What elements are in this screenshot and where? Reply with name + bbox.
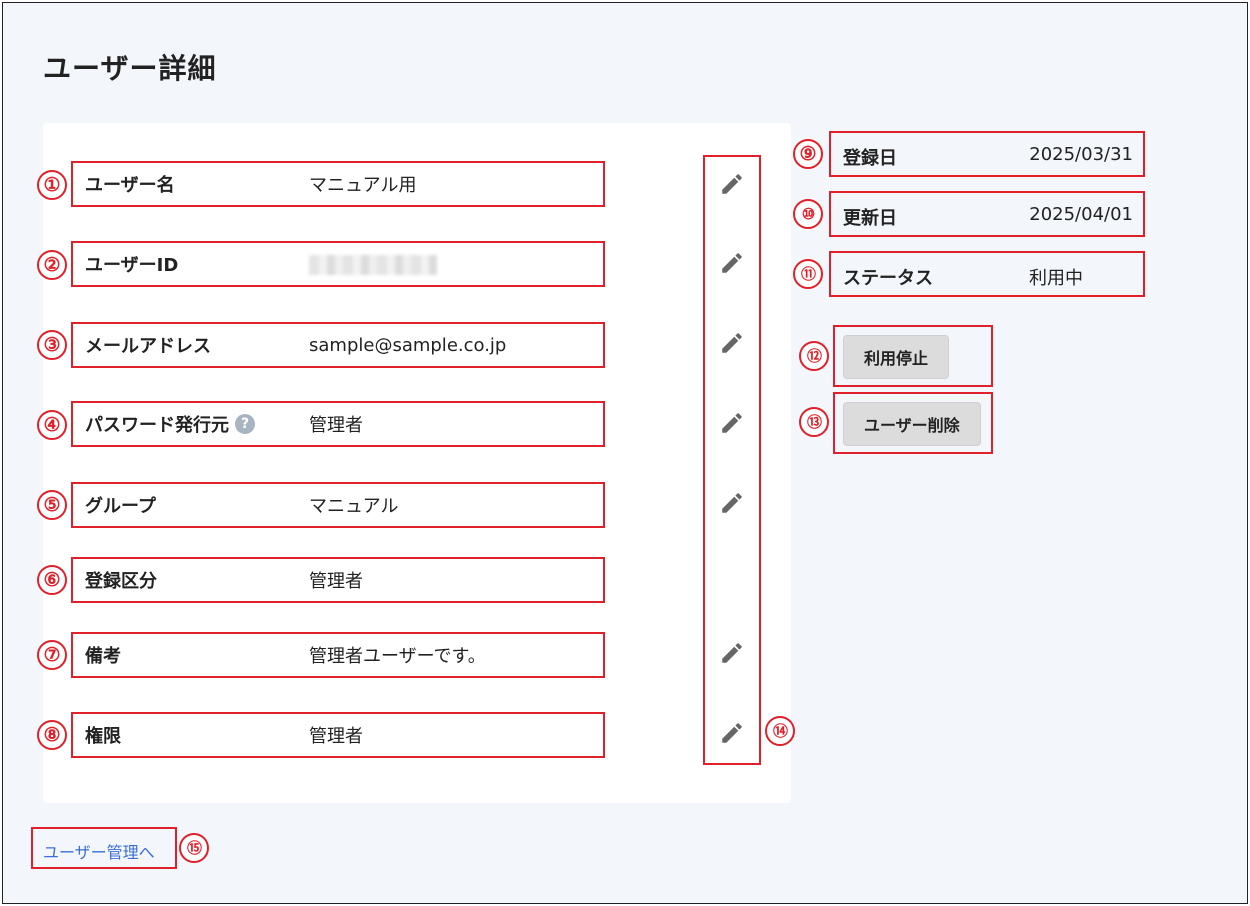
edit-permission-button[interactable]: [719, 720, 745, 746]
annotation-marker-1: ①: [37, 170, 67, 200]
annotation-marker-7: ⑦: [37, 640, 67, 670]
annotation-marker-12: ⑫: [799, 341, 829, 371]
field-value: sample@sample.co.jp: [309, 334, 507, 356]
field-label: メールアドレス: [85, 336, 211, 357]
page: ユーザー詳細 ① ユーザー名 マニュアル用 ② ユーザーID ③ メールアドレス…: [2, 2, 1248, 904]
field-label: 登録区分: [85, 571, 157, 592]
redacted-user-id: [309, 255, 437, 275]
back-to-user-management-link[interactable]: ユーザー管理へ: [43, 839, 155, 863]
page-title: ユーザー詳細: [43, 52, 217, 85]
pencil-icon: [722, 493, 742, 513]
field-row-group: グループ マニュアル: [71, 482, 605, 528]
annotation-marker-8: ⑧: [37, 720, 67, 750]
field-row-username: ユーザー名 マニュアル用: [71, 161, 605, 207]
field-label: パスワード発行元: [85, 415, 229, 436]
annotation-marker-15: ⑮: [179, 833, 209, 863]
edit-password-issuer-button[interactable]: [719, 410, 745, 436]
field-label: ユーザー名: [85, 175, 175, 196]
question-circle-icon[interactable]: ?: [235, 414, 255, 434]
annotation-marker-14: ⑭: [765, 716, 795, 746]
field-label-wrap: パスワード発行元 ?: [85, 411, 255, 437]
updated-date-box: 更新日 2025/04/01: [829, 191, 1145, 237]
annotation-marker-2: ②: [37, 250, 67, 280]
status-label: ステータス: [843, 268, 933, 289]
edit-username-button[interactable]: [719, 171, 745, 197]
registered-date-value: 2025/03/31: [1029, 144, 1133, 165]
pencil-icon: [722, 333, 742, 353]
edit-email-button[interactable]: [719, 330, 745, 356]
field-value: 管理者: [309, 415, 363, 436]
registered-date-box: 登録日 2025/03/31: [829, 131, 1145, 177]
pencil-icon: [722, 723, 742, 743]
edit-group-button[interactable]: [719, 490, 745, 516]
registered-date-label: 登録日: [843, 148, 897, 169]
delete-button-box: ユーザー削除: [833, 392, 993, 454]
field-label: ユーザーID: [85, 255, 179, 276]
pencil-icon: [722, 413, 742, 433]
pencil-icon: [722, 253, 742, 273]
field-value: 管理者ユーザーです。: [309, 646, 486, 667]
annotation-marker-9: ⑨: [793, 139, 823, 169]
field-row-notes: 備考 管理者ユーザーです。: [71, 632, 605, 678]
suspend-button-box: 利用停止: [833, 325, 993, 387]
edit-buttons-column: [703, 155, 761, 765]
field-value: マニュアル: [309, 496, 399, 517]
field-value: マニュアル用: [309, 175, 417, 196]
annotation-marker-11: ⑪: [793, 259, 823, 289]
field-row-password-issuer: パスワード発行元 ? 管理者: [71, 401, 605, 447]
field-row-user-id: ユーザーID: [71, 241, 605, 287]
updated-date-label: 更新日: [843, 208, 897, 229]
field-label: 権限: [85, 726, 121, 747]
field-row-permission: 権限 管理者: [71, 712, 605, 758]
annotation-marker-6: ⑥: [37, 565, 67, 595]
field-row-email: メールアドレス sample@sample.co.jp: [71, 322, 605, 368]
pencil-icon: [722, 174, 742, 194]
edit-notes-button[interactable]: [719, 640, 745, 666]
field-row-registration-type: 登録区分 管理者: [71, 557, 605, 603]
field-label: 備考: [85, 646, 121, 667]
annotation-marker-13: ⑬: [799, 407, 829, 437]
field-value: 管理者: [309, 726, 363, 747]
back-link-box: ユーザー管理へ: [31, 827, 177, 869]
pencil-icon: [722, 643, 742, 663]
annotation-marker-4: ④: [37, 410, 67, 440]
status-box: ステータス 利用中: [829, 251, 1145, 297]
delete-user-button[interactable]: ユーザー削除: [843, 402, 981, 446]
status-value: 利用中: [1029, 268, 1083, 289]
updated-date-value: 2025/04/01: [1029, 204, 1133, 225]
edit-user-id-button[interactable]: [719, 250, 745, 276]
annotation-marker-10: ⑩: [793, 199, 823, 229]
annotation-marker-5: ⑤: [37, 490, 67, 520]
field-value: 管理者: [309, 571, 363, 592]
suspend-user-button[interactable]: 利用停止: [843, 335, 950, 379]
user-detail-card: [43, 123, 791, 803]
annotation-marker-3: ③: [37, 330, 67, 360]
field-label: グループ: [85, 496, 156, 517]
